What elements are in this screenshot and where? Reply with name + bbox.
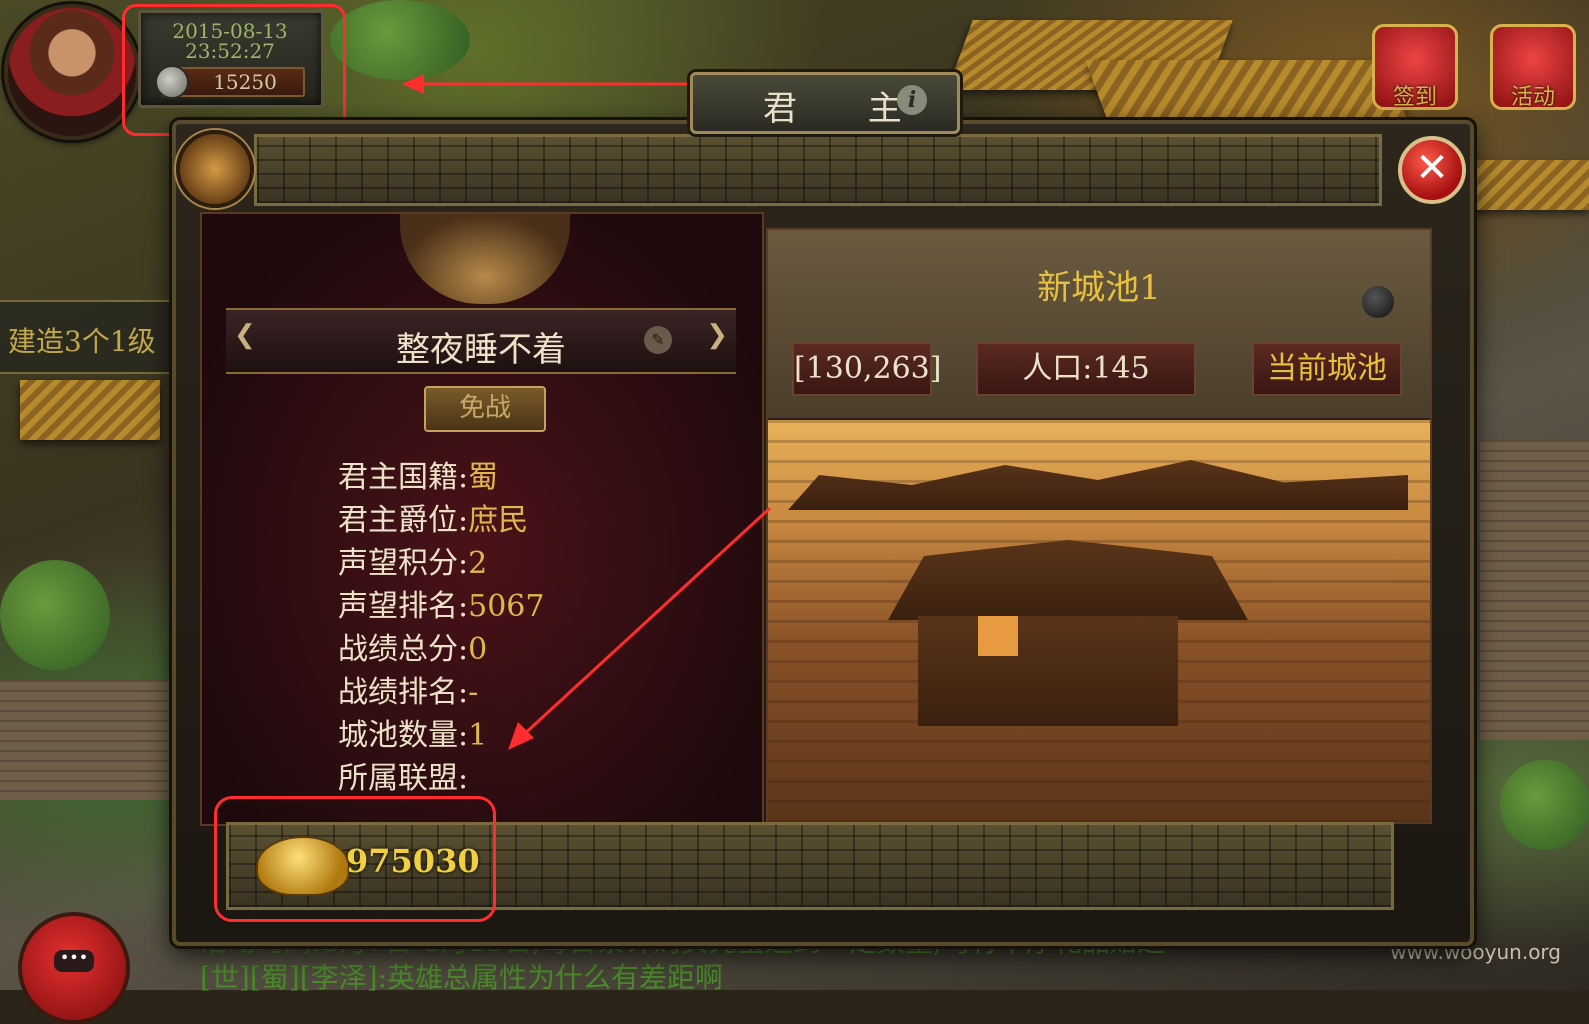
stat-label: 战绩总分: [338,632,469,667]
city-illustration [768,420,1430,822]
annotation-box-time [122,4,346,136]
stat-value: 2 [468,546,488,581]
stat-value: 蜀 [468,460,499,495]
chat-button[interactable]: ••• [18,912,130,1024]
city-name: 新城池1 [1037,268,1161,308]
ornament-right-icon: ❯ [706,320,728,350]
city-coordinates[interactable]: [130,263] [792,342,941,396]
current-city-tag: 当前城池 [1252,342,1402,396]
annotation-box-gold [214,796,496,922]
stat-label: 城池数量: [338,718,469,753]
no-war-button[interactable]: 免战 [424,386,546,432]
roof-decoration [20,380,160,440]
palace-silhouette [918,616,1178,726]
stat-label: 君主爵位: [338,503,469,538]
dragon-emblem-icon [176,130,254,208]
task-tracker[interactable]: 建造3个1级 [0,300,180,374]
activity-label: 活动 [1510,85,1555,110]
palace-gate [978,616,1018,656]
close-button[interactable]: ✕ [1398,136,1466,204]
edit-name-icon[interactable]: ✎ [644,326,672,354]
city-panel: 新城池1 [130,263] 人口:145 当前城池 [766,228,1432,824]
dialog-header-frame [254,134,1382,206]
stat-row: 君主国籍:蜀 [338,452,544,495]
stat-label: 所属联盟: [338,761,469,796]
tree [0,560,110,670]
stat-value: - [468,675,479,710]
chat-message: [世][蜀][李泽]:英雄总属性为什么有差距啊 [200,961,723,994]
stat-label: 声望积分: [338,546,469,581]
player-avatar[interactable] [4,4,140,140]
tree [330,0,470,80]
stat-value: 0 [468,632,488,667]
chat-icon: ••• [54,950,94,972]
annotation-arrow-time [402,74,712,94]
dragon-crest-icon [400,214,570,304]
checkin-label: 签到 [1392,85,1437,110]
roof-decoration [1470,160,1589,210]
checkin-button[interactable]: 签到 [1372,24,1458,110]
city-wall [0,680,170,800]
palace-silhouette [788,460,1408,510]
tree [1500,760,1589,850]
task-text: 建造3个1级 [8,325,156,358]
stat-label: 战绩排名: [338,675,469,710]
lord-name-bar: ❮ 整夜睡不着 ✎ ❯ [226,308,736,374]
info-icon[interactable]: i [897,85,927,115]
activity-button[interactable]: 活动 [1490,24,1576,110]
city-header: 新城池1 [130,263] 人口:145 当前城池 [768,230,1430,421]
city-toggle-icon[interactable] [1362,286,1394,318]
city-wall [1480,440,1589,740]
palace-silhouette [888,540,1248,620]
dialog-title-plaque: 君 主 i [690,72,960,134]
annotation-arrow-city [508,506,772,750]
stat-value: 1 [468,718,488,753]
city-population: 人口:145 [976,342,1196,396]
stat-label: 君主国籍: [338,460,469,495]
stat-label: 声望排名: [338,589,469,624]
